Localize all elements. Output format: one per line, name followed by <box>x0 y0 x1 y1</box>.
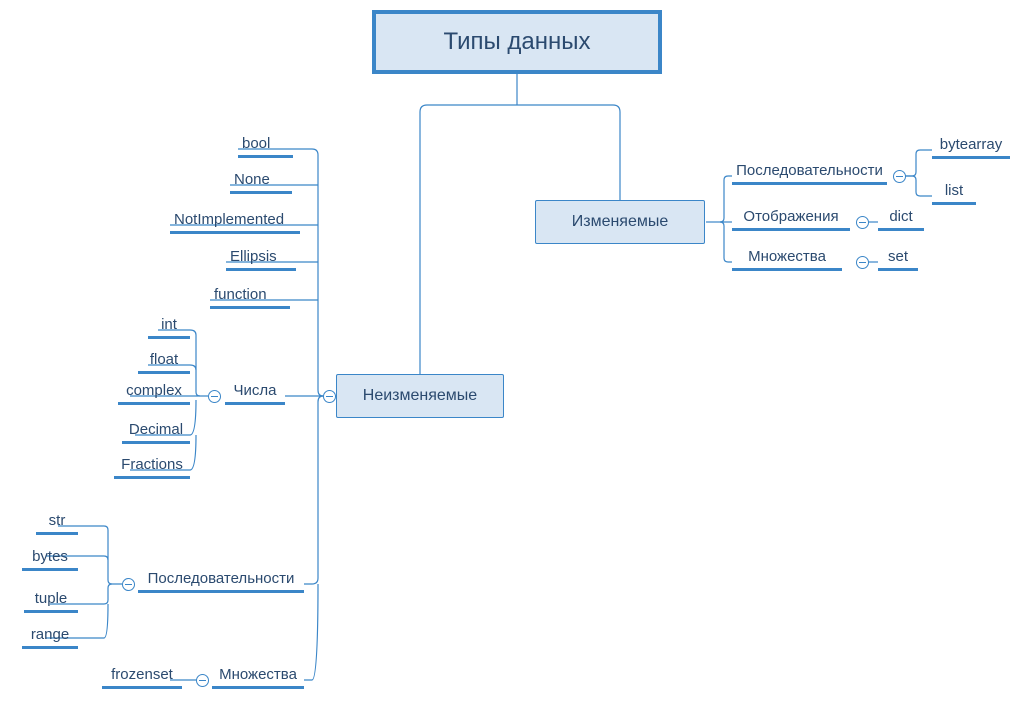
collapse-icon[interactable] <box>856 256 869 269</box>
leaf-complex[interactable]: complex <box>118 380 190 405</box>
immutable-sequences[interactable]: Последовательности <box>138 568 304 593</box>
collapse-icon[interactable] <box>856 216 869 229</box>
mutable-sets[interactable]: Множества <box>732 246 842 271</box>
immutable-sets[interactable]: Множества <box>212 664 304 689</box>
immutable-node[interactable]: Неизменяемые <box>336 374 504 418</box>
leaf-frozenset[interactable]: frozenset <box>102 664 182 689</box>
mutable-node[interactable]: Изменяемые <box>535 200 705 244</box>
leaf-float[interactable]: float <box>138 349 190 374</box>
leaf-tuple[interactable]: tuple <box>24 588 78 613</box>
mutable-sequences[interactable]: Последовательности <box>732 160 887 185</box>
leaf-bool[interactable]: bool <box>238 133 293 158</box>
root-label: Типы данных <box>443 28 590 56</box>
collapse-icon[interactable] <box>196 674 209 687</box>
leaf-int[interactable]: int <box>148 314 190 339</box>
leaf-fractions[interactable]: Fractions <box>114 454 190 479</box>
leaf-none[interactable]: None <box>230 169 292 194</box>
leaf-ellipsis[interactable]: Ellipsis <box>226 246 296 271</box>
leaf-set[interactable]: set <box>878 246 918 271</box>
leaf-decimal[interactable]: Decimal <box>122 419 190 444</box>
leaf-dict[interactable]: dict <box>878 206 924 231</box>
leaf-range[interactable]: range <box>22 624 78 649</box>
root-node[interactable]: Типы данных <box>372 10 662 74</box>
collapse-icon[interactable] <box>122 578 135 591</box>
collapse-icon[interactable] <box>208 390 221 403</box>
mutable-mappings[interactable]: Отображения <box>732 206 850 231</box>
leaf-bytearray[interactable]: bytearray <box>932 134 1010 159</box>
immutable-numbers[interactable]: Числа <box>225 380 285 405</box>
leaf-notimpl[interactable]: NotImplemented <box>170 209 300 234</box>
leaf-function[interactable]: function <box>210 284 290 309</box>
leaf-list[interactable]: list <box>932 180 976 205</box>
immutable-label: Неизменяемые <box>363 387 477 405</box>
collapse-icon[interactable] <box>323 390 336 403</box>
leaf-str[interactable]: str <box>36 510 78 535</box>
leaf-bytes[interactable]: bytes <box>22 546 78 571</box>
mutable-label: Изменяемые <box>572 213 669 231</box>
collapse-icon[interactable] <box>893 170 906 183</box>
